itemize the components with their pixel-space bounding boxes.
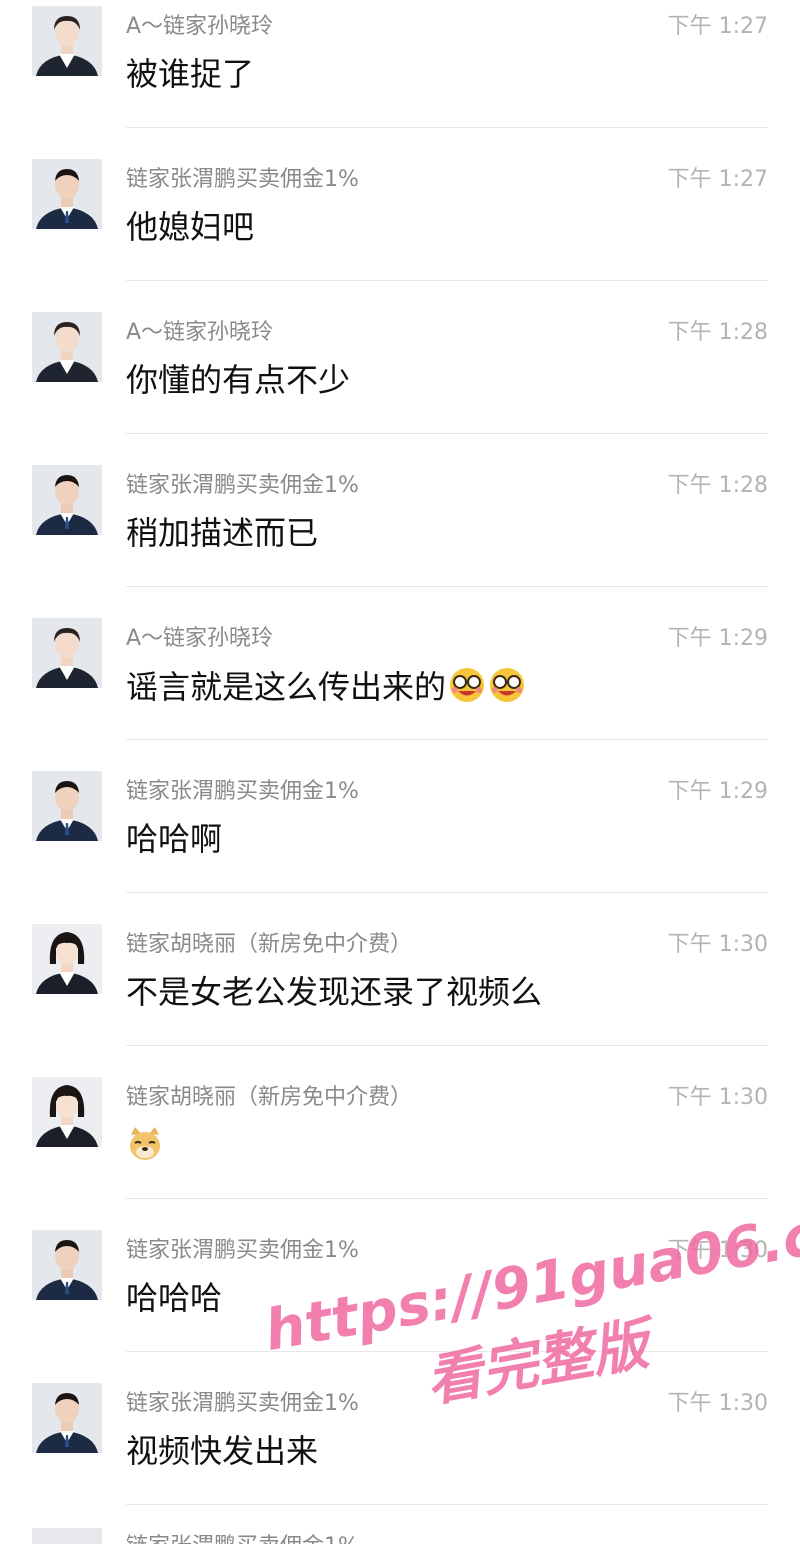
message-item[interactable]: A～链家孙晓玲 下午 1:27 被谁捉了 xyxy=(0,0,800,152)
message-time: 下午 1:29 xyxy=(667,779,768,804)
male-agent-avatar-icon xyxy=(32,771,102,841)
message-item[interactable]: 链家张渭鹏买卖佣金1% 下午 1:29 哈哈啊 xyxy=(0,765,800,917)
divider xyxy=(126,1351,768,1352)
message-text: 他媳妇吧 xyxy=(126,208,255,246)
message-time: 下午 1:30 xyxy=(667,1391,768,1416)
message-time: 下午 1:30 xyxy=(667,1238,768,1263)
message-text: 哈哈啊 xyxy=(126,820,223,858)
male-agent-avatar-icon xyxy=(32,1383,102,1453)
avatar[interactable] xyxy=(32,1383,102,1453)
sender-name: 链家张渭鹏买卖佣金1% xyxy=(126,167,359,192)
message-item[interactable]: 链家胡晓丽（新房免中介费） 下午 1:30 xyxy=(0,1071,800,1223)
divider xyxy=(126,127,768,128)
message-text: 被谁捉了 xyxy=(126,55,255,93)
divider xyxy=(126,433,768,434)
female-agent-bob-hair-avatar-icon xyxy=(32,1077,102,1147)
message-text: 谣言就是这么传出来的 xyxy=(126,666,526,707)
message-time: 下午 1:28 xyxy=(667,473,768,498)
sender-name: 链家张渭鹏买卖佣金1% xyxy=(126,1528,359,1544)
female-agent-bob-hair-avatar-icon xyxy=(32,924,102,994)
sender-name: 链家张渭鹏买卖佣金1% xyxy=(126,473,359,498)
message-time: 下午 1:28 xyxy=(667,320,768,345)
sender-name: A～链家孙晓玲 xyxy=(126,320,274,345)
message-text xyxy=(126,1125,164,1166)
sender-name: A～链家孙晓玲 xyxy=(126,626,274,651)
avatar[interactable] xyxy=(32,771,102,841)
divider xyxy=(126,1045,768,1046)
partial-message-item[interactable]: 链家张渭鹏买卖佣金1% xyxy=(0,1520,800,1544)
male-agent-avatar-icon xyxy=(32,465,102,535)
glasses-laugh-emoji-icon xyxy=(450,668,485,702)
message-item[interactable]: 链家张渭鹏买卖佣金1% 下午 1:30 视频快发出来 xyxy=(0,1377,800,1529)
divider xyxy=(126,892,768,893)
message-item[interactable]: 链家张渭鹏买卖佣金1% 下午 1:30 哈哈哈 xyxy=(0,1224,800,1376)
avatar[interactable] xyxy=(32,1077,102,1147)
message-time: 下午 1:29 xyxy=(667,626,768,651)
message-item[interactable]: 链家张渭鹏买卖佣金1% 下午 1:27 他媳妇吧 xyxy=(0,153,800,305)
message-item[interactable]: 链家胡晓丽（新房免中介费） 下午 1:30 不是女老公发现还录了视频么 xyxy=(0,918,800,1070)
avatar xyxy=(32,1528,102,1544)
avatar[interactable] xyxy=(32,6,102,76)
female-agent-avatar-icon xyxy=(32,312,102,382)
avatar[interactable] xyxy=(32,159,102,229)
divider xyxy=(126,1504,768,1505)
message-text: 视频快发出来 xyxy=(126,1432,319,1470)
female-agent-avatar-icon xyxy=(32,618,102,688)
male-agent-avatar-icon xyxy=(32,159,102,229)
sender-name: 链家胡晓丽（新房免中介费） xyxy=(126,1085,413,1110)
divider xyxy=(126,586,768,587)
divider xyxy=(126,1198,768,1199)
message-text: 稍加描述而已 xyxy=(126,514,319,552)
message-item[interactable]: A～链家孙晓玲 下午 1:28 你懂的有点不少 xyxy=(0,306,800,458)
message-text-content: 谣言就是这么传出来的 xyxy=(126,668,447,706)
male-agent-avatar-icon xyxy=(32,1230,102,1300)
message-text: 哈哈哈 xyxy=(126,1279,223,1317)
avatar[interactable] xyxy=(32,1230,102,1300)
message-item[interactable]: A～链家孙晓玲 下午 1:29 谣言就是这么传出来的 xyxy=(0,612,800,764)
avatar[interactable] xyxy=(32,465,102,535)
message-time: 下午 1:30 xyxy=(667,932,768,957)
sender-name: 链家张渭鹏买卖佣金1% xyxy=(126,1391,359,1416)
message-time: 下午 1:27 xyxy=(667,167,768,192)
divider xyxy=(126,280,768,281)
message-item[interactable]: 链家张渭鹏买卖佣金1% 下午 1:28 稍加描述而已 xyxy=(0,459,800,611)
avatar[interactable] xyxy=(32,312,102,382)
message-text: 不是女老公发现还录了视频么 xyxy=(126,973,543,1011)
glasses-laugh-emoji-icon xyxy=(490,668,525,702)
doge-emoji-icon xyxy=(130,1127,160,1160)
sender-name: A～链家孙晓玲 xyxy=(126,14,274,39)
avatar[interactable] xyxy=(32,618,102,688)
sender-name: 链家张渭鹏买卖佣金1% xyxy=(126,1238,359,1263)
message-time: 下午 1:27 xyxy=(667,14,768,39)
avatar[interactable] xyxy=(32,924,102,994)
message-time: 下午 1:30 xyxy=(667,1085,768,1110)
sender-name: 链家胡晓丽（新房免中介费） xyxy=(126,932,413,957)
message-text: 你懂的有点不少 xyxy=(126,361,351,399)
divider xyxy=(126,739,768,740)
female-agent-avatar-icon xyxy=(32,6,102,76)
sender-name: 链家张渭鹏买卖佣金1% xyxy=(126,779,359,804)
